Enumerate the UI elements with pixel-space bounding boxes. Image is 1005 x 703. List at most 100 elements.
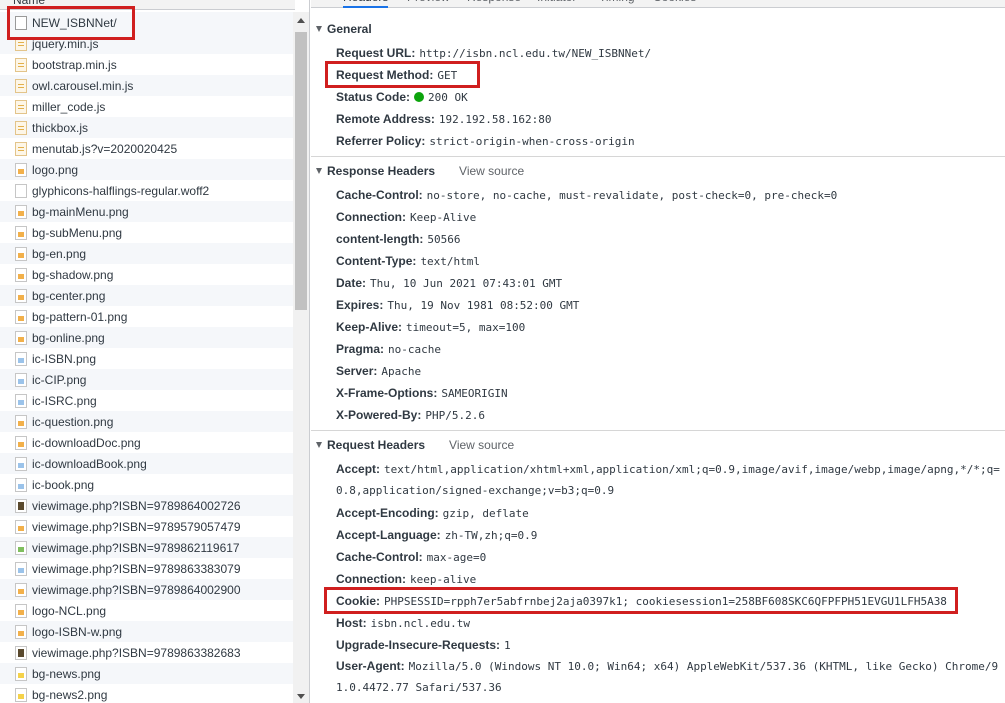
request-row[interactable]: viewimage.php?ISBN=9789864002900 <box>0 579 293 600</box>
header-row: Cache-Control: max-age=0 <box>336 546 1001 569</box>
scroll-down-icon[interactable] <box>297 694 305 699</box>
collapse-triangle-icon[interactable] <box>316 26 322 32</box>
script-file-icon <box>15 141 27 156</box>
header-row: Status Code: 200 OK <box>336 86 1001 109</box>
request-row[interactable]: bg-mainMenu.png <box>0 201 293 222</box>
request-row[interactable]: ic-ISBN.png <box>0 348 293 369</box>
request-list-panel: Name NEW_ISBNNet/jquery.min.js bootstrap.… <box>0 0 310 703</box>
request-row[interactable]: bg-news.png <box>0 663 293 684</box>
header-key: Pragma: <box>336 342 385 356</box>
name-column-header[interactable]: Name <box>0 0 295 10</box>
request-row[interactable]: ic-downloadDoc.png <box>0 432 293 453</box>
section-request-headers-header[interactable]: Request Headers View source <box>311 435 1005 455</box>
header-value: Thu, 10 Jun 2021 07:43:01 GMT <box>370 277 563 290</box>
request-row[interactable]: ic-CIP.png <box>0 369 293 390</box>
request-row[interactable]: viewimage.php?ISBN=9789579057479 <box>0 516 293 537</box>
header-value: Mozilla/5.0 (Windows NT 10.0; Win64; x64… <box>408 660 999 673</box>
header-value: no-store, no-cache, must-revalidate, pos… <box>426 189 838 202</box>
request-row[interactable]: jquery.min.js <box>0 33 293 54</box>
header-row: Host: isbn.ncl.edu.tw <box>336 612 1001 635</box>
request-name: thickbox.js <box>32 120 89 135</box>
request-row[interactable]: thickbox.js <box>0 117 293 138</box>
header-value: text/html <box>420 255 481 268</box>
request-row[interactable]: glyphicons-halflings-regular.woff2 <box>0 180 293 201</box>
header-key: Connection: <box>336 210 406 224</box>
collapse-triangle-icon[interactable] <box>316 168 322 174</box>
request-row[interactable]: NEW_ISBNNet/ <box>0 12 293 33</box>
tab-cookies[interactable]: Cookies <box>653 0 696 8</box>
request-row[interactable]: ic-book.png <box>0 474 293 495</box>
response-view-source-link[interactable]: View source <box>459 164 524 178</box>
request-name: viewimage.php?ISBN=9789864002726 <box>32 498 241 513</box>
request-row[interactable]: menutab.js?v=2020020425 <box>0 138 293 159</box>
header-key: Cookie: <box>336 594 381 608</box>
header-row: Keep-Alive: timeout=5, max=100 <box>336 316 1001 339</box>
header-key: Cache-Control: <box>336 188 423 202</box>
request-row[interactable]: logo-NCL.png <box>0 600 293 621</box>
request-row[interactable]: logo.png <box>0 159 293 180</box>
request-row[interactable]: bg-center.png <box>0 285 293 306</box>
scroll-up-icon[interactable] <box>297 18 305 23</box>
image-file-icon <box>15 582 27 597</box>
header-key: Request URL: <box>336 46 416 60</box>
header-row-user-agent: User-Agent: Mozilla/5.0 (Windows NT 10.0;… <box>336 655 1001 678</box>
tab-timing[interactable]: Timing <box>599 0 635 8</box>
header-value: keep-alive <box>410 573 477 586</box>
image-file-icon <box>15 309 27 324</box>
header-row: Cache-Control: no-store, no-cache, must-r… <box>336 184 1001 207</box>
section-response-headers-header[interactable]: Response Headers View source <box>311 161 1005 181</box>
header-row: Remote Address: 192.192.58.162:80 <box>336 108 1001 131</box>
tab-headers[interactable]: Headers <box>343 0 389 8</box>
collapse-triangle-icon[interactable] <box>316 442 322 448</box>
request-name: logo-NCL.png <box>32 603 107 618</box>
tab-response[interactable]: Response <box>467 0 521 8</box>
header-key: Referrer Policy: <box>336 134 426 148</box>
header-value: text/html,application/xhtml+xml,applicat… <box>384 463 1000 476</box>
section-general-header[interactable]: General <box>311 19 1005 39</box>
request-row[interactable]: viewimage.php?ISBN=9789864002726 <box>0 495 293 516</box>
request-name: bg-center.png <box>32 288 106 303</box>
request-row[interactable]: ic-downloadBook.png <box>0 453 293 474</box>
request-row[interactable]: viewimage.php?ISBN=9789863383079 <box>0 558 293 579</box>
request-row[interactable]: miller_code.js <box>0 96 293 117</box>
image-file-icon <box>15 456 27 471</box>
header-value: GET <box>437 69 458 82</box>
headers-panel: Headers Preview Response Initiator Timin… <box>311 0 1005 703</box>
request-name: logo.png <box>32 162 79 177</box>
request-row[interactable]: viewimage.php?ISBN=9789862119617 <box>0 537 293 558</box>
request-row[interactable]: ic-question.png <box>0 411 293 432</box>
header-value: timeout=5, max=100 <box>406 321 526 334</box>
image-file-icon <box>15 351 27 366</box>
header-key: X-Frame-Options: <box>336 386 438 400</box>
request-row[interactable]: ic-ISRC.png <box>0 390 293 411</box>
tab-preview[interactable]: Preview <box>407 0 450 8</box>
request-row[interactable]: bootstrap.min.js <box>0 54 293 75</box>
request-name: viewimage.php?ISBN=9789864002900 <box>32 582 241 597</box>
script-file-icon <box>15 36 27 51</box>
request-list: NEW_ISBNNet/jquery.min.js bootstrap.min.j… <box>0 12 293 703</box>
request-view-source-link[interactable]: View source <box>449 438 514 452</box>
request-list-scrollbar[interactable] <box>293 12 309 703</box>
request-row[interactable]: logo-ISBN-w.png <box>0 621 293 642</box>
header-key: Remote Address: <box>336 112 435 126</box>
request-row[interactable]: bg-online.png <box>0 327 293 348</box>
request-row[interactable]: bg-news2.png <box>0 684 293 703</box>
header-key: Connection: <box>336 572 406 586</box>
request-row[interactable]: bg-subMenu.png <box>0 222 293 243</box>
scroll-thumb[interactable] <box>295 32 307 310</box>
request-row[interactable]: bg-pattern-01.png <box>0 306 293 327</box>
image-file-icon <box>15 393 27 408</box>
header-key: Status Code: <box>336 90 411 104</box>
request-name: bg-en.png <box>32 246 87 261</box>
tab-initiator[interactable]: Initiator <box>537 0 576 8</box>
header-row: Content-Type: text/html <box>336 250 1001 273</box>
document-file-icon <box>15 15 27 30</box>
image-file-icon <box>15 414 27 429</box>
request-row[interactable]: bg-en.png <box>0 243 293 264</box>
header-value: http://isbn.ncl.edu.tw/NEW_ISBNNet/ <box>419 47 652 60</box>
header-key: Host: <box>336 616 367 630</box>
request-row[interactable]: viewimage.php?ISBN=9789863382683 <box>0 642 293 663</box>
request-row[interactable]: bg-shadow.png <box>0 264 293 285</box>
request-name: ic-CIP.png <box>32 372 87 387</box>
request-row[interactable]: owl.carousel.min.js <box>0 75 293 96</box>
